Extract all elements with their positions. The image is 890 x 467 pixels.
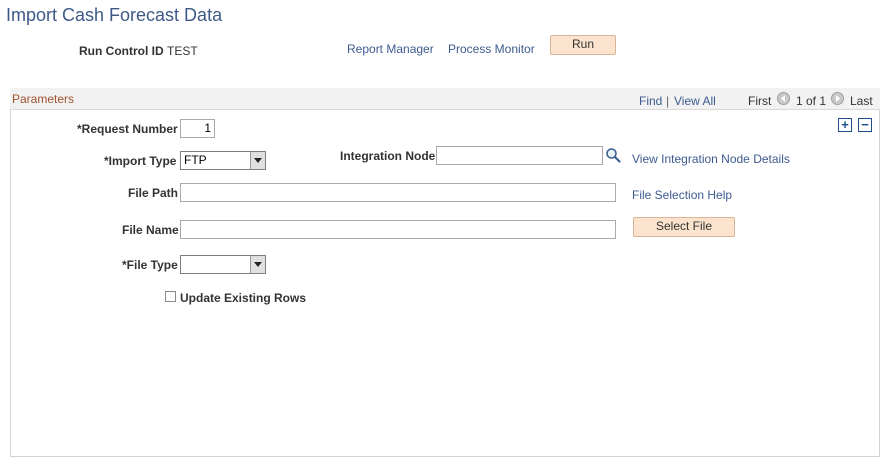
row-count: 1 of 1 [796,94,827,108]
minus-icon[interactable]: − [858,118,872,132]
find-link[interactable]: Find [639,94,662,108]
report-manager-link[interactable]: Report Manager [347,42,434,56]
integration-node-input[interactable] [436,146,603,165]
import-type-value: FTP [184,153,207,167]
parameters-panel [10,88,880,457]
file-name-input[interactable] [180,220,616,239]
request-number-label: *Request Number [77,122,178,136]
integration-node-label: Integration Node [340,149,436,163]
parameters-panel-title: Parameters [12,92,75,106]
update-existing-rows-label: Update Existing Rows [180,291,307,305]
file-type-select[interactable] [180,255,266,274]
arrow-left-icon[interactable] [777,92,790,105]
view-integration-node-details-link[interactable]: View Integration Node Details [632,152,790,166]
file-type-label: *File Type [122,258,178,272]
magnifier-icon[interactable] [605,147,621,163]
run-button[interactable]: Run [550,35,616,55]
select-file-button[interactable]: Select File [633,217,735,237]
first-label: First [748,94,772,108]
chevron-down-icon [250,152,265,169]
chevron-down-icon [250,256,265,273]
file-name-label: File Name [122,223,179,237]
run-control-id-value: TEST [167,44,198,58]
file-selection-help-link[interactable]: File Selection Help [632,188,732,202]
arrow-right-icon[interactable] [831,92,844,105]
run-control-id-label: Run Control ID [79,44,164,58]
request-number-input[interactable]: 1 [180,119,215,138]
last-label: Last [850,94,873,108]
update-existing-rows-checkbox[interactable] [165,291,176,302]
process-monitor-link[interactable]: Process Monitor [448,42,535,56]
page-title: Import Cash Forecast Data [6,5,223,25]
file-path-label: File Path [128,186,179,200]
separator: | [666,94,670,108]
view-all-link[interactable]: View All [674,94,716,108]
file-path-input[interactable] [180,183,616,202]
plus-icon[interactable]: + [838,118,852,132]
import-type-select[interactable]: FTP [180,151,266,170]
import-type-label: *Import Type [104,154,177,168]
